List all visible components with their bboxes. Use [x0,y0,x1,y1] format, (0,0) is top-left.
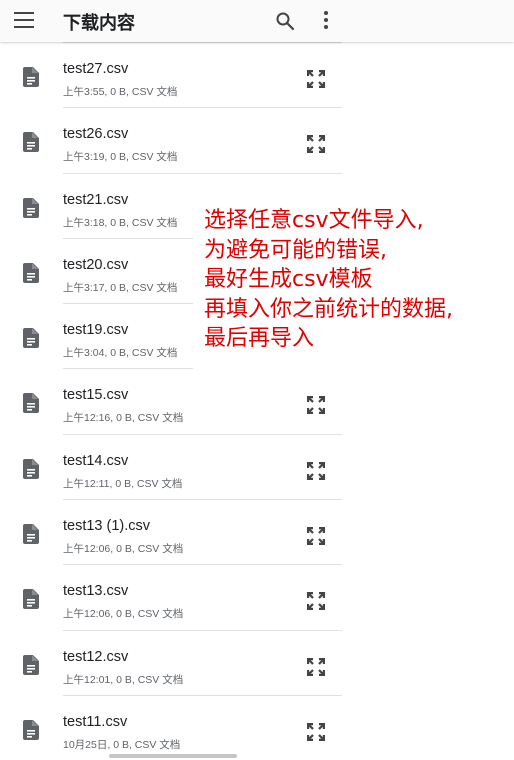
expand-icon[interactable] [305,590,327,612]
document-icon [23,524,39,545]
divider [63,433,342,435]
document-icon [23,654,39,675]
file-list-item[interactable]: test12.csv 上午12:01, 0 B, CSV 文档 [0,629,342,695]
divider [63,107,342,109]
file-meta: 上午12:01, 0 B, CSV 文档 [63,673,184,686]
annotation-line: 为避免可能的错误, [204,237,387,263]
document-icon [23,458,39,479]
annotation-callout: 选择任意csv文件导入, 为避免可能的错误, 最好生成csv模板 再填入你之前统… [193,200,514,370]
file-meta: 上午3:17, 0 B, CSV 文档 [63,281,178,294]
expand-icon[interactable] [305,133,327,155]
expand-icon[interactable] [305,525,327,547]
document-icon [23,132,39,153]
annotation-line: 选择任意csv文件导入, [204,208,424,233]
search-icon[interactable] [275,11,295,31]
divider [63,499,342,501]
file-meta: 上午12:16, 0 B, CSV 文档 [63,412,184,425]
file-name: test13.csv [63,583,129,600]
more-options-icon[interactable] [322,11,330,31]
document-icon [23,393,39,414]
expand-icon[interactable] [305,68,327,90]
file-meta: 上午12:11, 0 B, CSV 文档 [63,477,183,490]
file-list: test27.csv 上午3:55, 0 B, CSV 文档 test26.csv 上… [0,42,342,760]
file-name: test12.csv [63,648,129,665]
file-name: test11.csv [63,713,128,730]
document-icon [23,197,39,218]
file-meta: 上午3:04, 0 B, CSV 文档 [63,347,178,360]
file-name: test27.csv [63,61,129,77]
file-list-item[interactable]: test27.csv 上午3:55, 0 B, CSV 文档 [0,42,342,107]
expand-icon[interactable] [305,460,327,482]
file-meta: 上午3:55, 0 B, CSV 文档 [63,86,178,98]
file-meta: 10月25日, 0 B, CSV 文档 [63,738,181,751]
file-name: test21.csv [63,191,129,208]
divider [63,172,342,174]
annotation-line: 最后再导入 [204,326,315,351]
file-name: test15.csv [63,387,129,404]
file-meta: 上午3:19, 0 B, CSV 文档 [63,151,178,164]
document-icon [23,589,39,610]
document-icon [23,262,39,283]
file-name: test20.csv [63,256,129,273]
annotation-line: 最好生成csv模板 [204,267,373,292]
app-bar: 下载内容 [0,0,514,42]
expand-icon[interactable] [305,721,327,743]
annotation-line: 再填入你之前统计的数据, [204,296,453,322]
divider [63,564,342,566]
file-list-item[interactable]: test11.csv 10月25日, 0 B, CSV 文档 [0,694,342,760]
expand-icon[interactable] [305,656,327,678]
divider [63,42,342,43]
file-meta: 上午3:18, 0 B, CSV 文档 [63,216,178,229]
expand-icon[interactable] [305,394,327,416]
menu-icon[interactable] [14,12,34,30]
file-list-item[interactable]: test13 (1).csv 上午12:06, 0 B, CSV 文档 [0,499,342,564]
file-meta: 上午12:06, 0 B, CSV 文档 [63,608,184,621]
divider [63,629,342,631]
document-icon [23,67,39,87]
divider [63,694,342,696]
file-meta: 上午12:06, 0 B, CSV 文档 [63,543,184,556]
page-title: 下载内容 [63,13,135,33]
file-list-item[interactable]: test26.csv 上午3:19, 0 B, CSV 文档 [0,107,342,172]
document-icon [23,328,39,349]
file-name: test19.csv [63,322,129,339]
file-list-item[interactable]: test15.csv 上午12:16, 0 B, CSV 文档 [0,368,342,433]
file-name: test13 (1).csv [63,518,151,535]
document-icon [23,719,39,740]
file-name: test14.csv [63,452,129,469]
file-list-item[interactable]: test13.csv 上午12:06, 0 B, CSV 文档 [0,564,342,629]
file-name: test26.csv [63,126,129,143]
file-list-item[interactable]: test14.csv 上午12:11, 0 B, CSV 文档 [0,433,342,499]
gesture-handle [109,754,237,758]
